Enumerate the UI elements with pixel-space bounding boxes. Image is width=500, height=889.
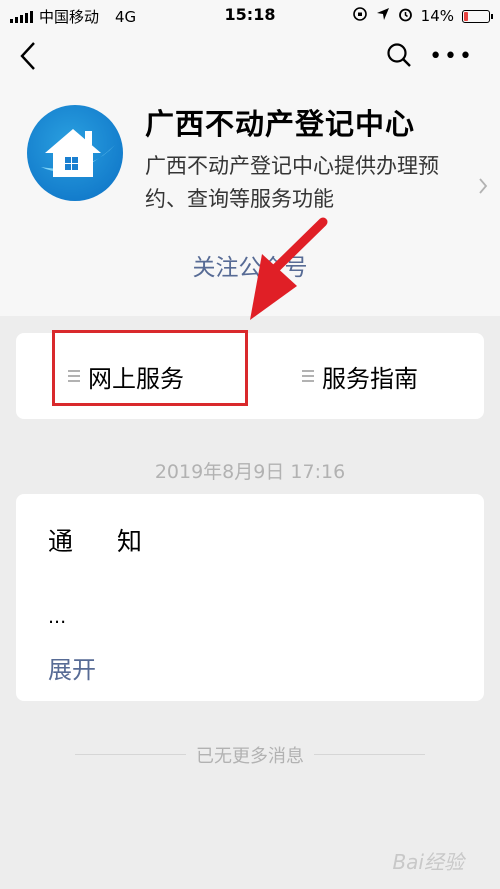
profile-section[interactable]: 广西不动产登记中心 广西不动产登记中心提供办理预约、查询等服务功能 (0, 95, 500, 235)
menu-item-service-guide[interactable]: 服务指南 (302, 333, 418, 419)
account-name: 广西不动产登记中心 (145, 107, 416, 141)
no-more-divider: 已无更多消息 (75, 742, 425, 768)
chevron-right-icon[interactable] (478, 177, 488, 199)
battery-percent: 14% (420, 7, 454, 25)
more-icon[interactable]: ••• (429, 46, 474, 68)
search-icon[interactable] (386, 42, 412, 72)
account-description: 广西不动产登记中心提供办理预约、查询等服务功能 (145, 154, 439, 211)
house-icon (27, 105, 123, 201)
menu-item-label: 服务指南 (322, 364, 418, 393)
message-timestamp: 2019年8月9日 17:16 (154, 461, 346, 483)
message-card[interactable]: 通 知 ... 展开 (16, 494, 484, 701)
expand-link[interactable]: 展开 (48, 650, 96, 685)
menu-lines-icon (302, 367, 314, 385)
highlight-box (52, 330, 248, 406)
alarm-icon (398, 7, 413, 26)
nav-bar: ••• (0, 38, 500, 78)
status-bar: 中国移动 4G 15:18 14% (0, 0, 500, 30)
watermark: Bai经验 (392, 850, 464, 874)
account-header: 中国移动 4G 15:18 14% ••• 广西不动产登记中心 广西不动产登记中… (0, 0, 500, 316)
rotation-lock-icon (352, 6, 368, 26)
battery-icon (462, 9, 493, 23)
message-ellipsis: ... (48, 606, 67, 628)
back-icon[interactable] (16, 40, 40, 76)
battery-level (464, 11, 468, 21)
no-more-label: 已无更多消息 (186, 742, 314, 768)
location-icon (376, 7, 390, 25)
message-title: 通 知 (48, 527, 160, 556)
follow-button[interactable]: 关注公众号 (0, 248, 500, 282)
